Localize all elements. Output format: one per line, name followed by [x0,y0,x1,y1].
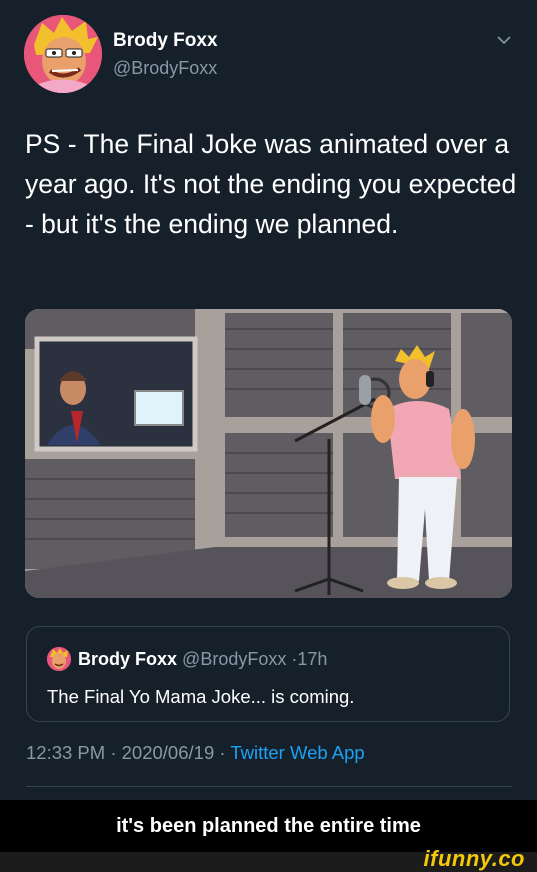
chevron-down-icon[interactable] [492,28,516,52]
tweet-media-image[interactable] [25,309,512,598]
tweet-date[interactable]: 2020/06/19 [122,742,215,763]
author-avatar[interactable] [24,15,102,93]
quoted-tweet-text: The Final Yo Mama Joke... is coming. [47,686,355,707]
tweet-timestamp-line: 12:33 PM · 2020/06/19 · Twitter Web App [26,742,365,764]
ifunny-watermark: ifunny.co [423,846,525,871]
footer-separator: · [110,742,117,763]
meme-caption-bar: it's been planned the entire time [0,800,537,852]
quoted-author-handle: @BrodyFoxx [182,649,287,669]
quoted-age: 17h [297,649,328,669]
tweet-source-link[interactable]: Twitter Web App [230,742,364,763]
footer-separator: · [219,742,226,763]
divider [26,786,512,787]
meme-caption: it's been planned the entire time [116,814,421,837]
quoted-tweet[interactable]: Brody Foxx @BrodyFoxx ·17h The Final Yo … [26,626,510,722]
quoted-author-name: Brody Foxx [78,649,178,669]
tweet-time[interactable]: 12:33 PM [26,742,105,763]
tweet-card: Brody Foxx @BrodyFoxx PS - The Final Jok… [0,0,537,800]
author-handle[interactable]: @BrodyFoxx [113,58,217,79]
watermark-bar: ifunny.co [0,846,537,872]
quoted-author-avatar[interactable] [47,647,71,671]
author-name[interactable]: Brody Foxx [113,30,218,52]
tweet-text: PS - The Final Joke was animated over a … [25,129,517,239]
